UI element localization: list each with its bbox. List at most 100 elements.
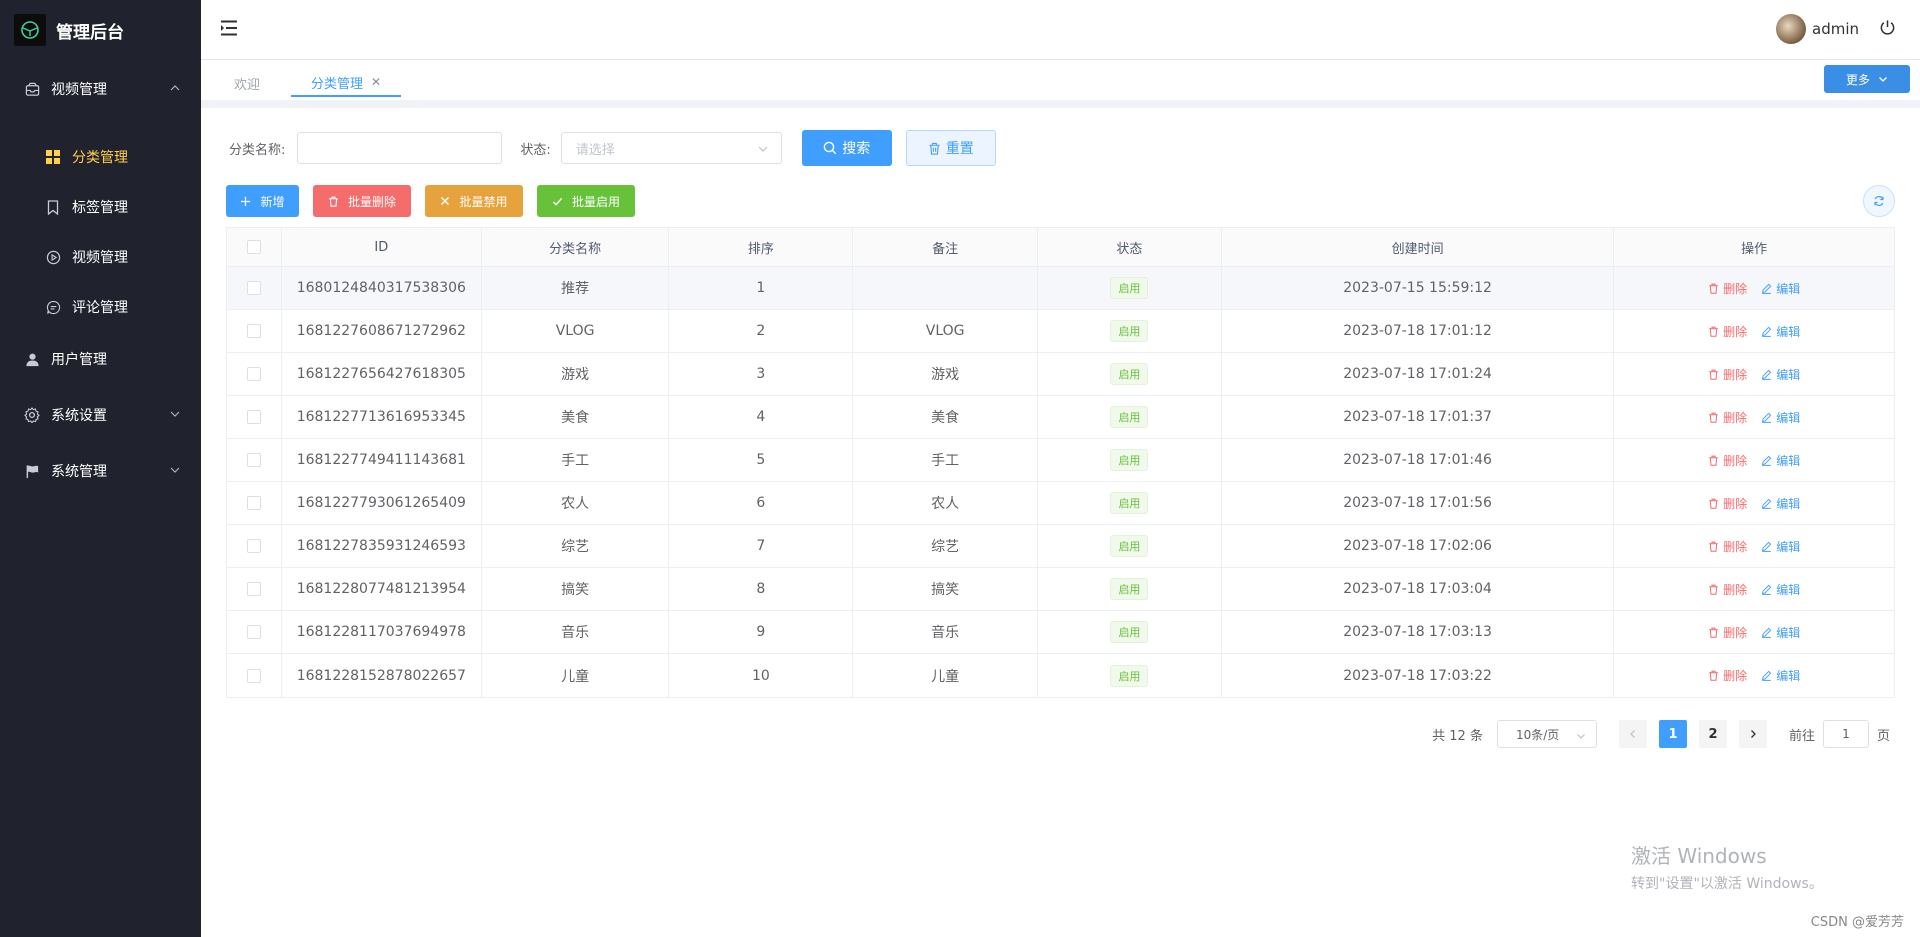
- created-cell: 2023-07-18 17:03:13: [1222, 611, 1615, 653]
- row-checkbox[interactable]: [246, 668, 261, 683]
- delete-link[interactable]: 删除: [1708, 667, 1747, 684]
- grid-icon: [44, 148, 62, 166]
- menu-system-settings[interactable]: 系统设置: [0, 395, 201, 435]
- batch-enable-button[interactable]: 批量启用: [537, 185, 635, 217]
- edit-link[interactable]: 编辑: [1761, 366, 1800, 383]
- reset-button[interactable]: 重置: [905, 130, 996, 166]
- row-checkbox[interactable]: [246, 582, 261, 596]
- menu-label: 视频管理: [51, 82, 107, 98]
- column-header[interactable]: 状态: [1038, 228, 1222, 266]
- delete-link[interactable]: 删除: [1708, 280, 1747, 297]
- batch-enable-label: 批量启用: [571, 194, 620, 209]
- table-row[interactable]: 1681228117037694978 音乐 9 音乐 启用 2023-07-1…: [227, 611, 1894, 654]
- status-badge: 启用: [1110, 492, 1149, 514]
- page-2-button[interactable]: 2: [1698, 720, 1727, 748]
- row-checkbox[interactable]: [246, 367, 261, 381]
- status-badge: 启用: [1110, 277, 1149, 299]
- edit-link[interactable]: 编辑: [1761, 624, 1800, 641]
- table-row[interactable]: 1681228077481213954 搞笑 8 搞笑 启用 2023-07-1…: [227, 568, 1894, 611]
- menu-video-list[interactable]: 视频管理: [0, 237, 201, 277]
- table-row[interactable]: 1681227749411143681 手工 5 手工 启用 2023-07-1…: [227, 439, 1894, 482]
- row-checkbox[interactable]: [246, 324, 261, 338]
- edit-link[interactable]: 编辑: [1761, 409, 1800, 426]
- edit-link[interactable]: 编辑: [1761, 452, 1800, 469]
- table-row[interactable]: 1681227713616953345 美食 4 美食 启用 2023-07-1…: [227, 396, 1894, 439]
- delete-link[interactable]: 删除: [1708, 452, 1747, 469]
- edit-link[interactable]: 编辑: [1761, 323, 1800, 340]
- flag-icon: [23, 462, 41, 480]
- edit-link[interactable]: 编辑: [1761, 667, 1800, 684]
- row-checkbox[interactable]: [246, 496, 261, 510]
- close-icon[interactable]: ✕: [371, 75, 381, 89]
- batch-delete-button[interactable]: 批量删除: [313, 185, 411, 217]
- note-cell: 美食: [853, 396, 1039, 438]
- row-checkbox[interactable]: [246, 625, 261, 639]
- tab-category[interactable]: 分类管理 ✕: [291, 69, 402, 97]
- column-header[interactable]: 备注: [853, 228, 1039, 266]
- row-checkbox[interactable]: [246, 281, 261, 295]
- tab-welcome[interactable]: 欢迎: [234, 69, 260, 97]
- prev-page-button[interactable]: [1618, 720, 1647, 748]
- pagination: 共 12 条 10条/页 1 2 前往 1 页: [1432, 720, 1890, 748]
- edit-label: 编辑: [1776, 324, 1801, 339]
- more-dropdown-button[interactable]: 更多: [1824, 65, 1910, 93]
- row-checkbox[interactable]: [246, 410, 261, 424]
- table-row[interactable]: 1680124840317538306 推荐 1 启用 2023-07-15 1…: [227, 267, 1894, 310]
- id-cell: 1681227656427618305: [282, 353, 482, 395]
- delete-link[interactable]: 删除: [1708, 323, 1747, 340]
- operation-cell: 删除 编辑: [1614, 353, 1894, 395]
- next-page-button[interactable]: [1738, 720, 1767, 748]
- trash-icon: [1709, 498, 1718, 509]
- power-icon[interactable]: [1879, 19, 1896, 40]
- row-checkbox[interactable]: [246, 453, 261, 467]
- page-1-button[interactable]: 1: [1658, 720, 1687, 748]
- delete-link[interactable]: 删除: [1708, 495, 1747, 512]
- menu-comment-management[interactable]: 评论管理: [0, 287, 201, 327]
- edit-link[interactable]: 编辑: [1761, 538, 1800, 555]
- menu-system-management[interactable]: 系统管理: [0, 451, 201, 491]
- category-name-input[interactable]: [297, 132, 503, 164]
- delete-link[interactable]: 删除: [1708, 538, 1747, 555]
- delete-link[interactable]: 删除: [1708, 581, 1747, 598]
- delete-link[interactable]: 删除: [1708, 366, 1747, 383]
- menu-video-management[interactable]: 视频管理: [0, 69, 201, 109]
- menu-tag-management[interactable]: 标签管理: [0, 187, 201, 227]
- edit-label: 编辑: [1776, 625, 1801, 640]
- table-row[interactable]: 1681227608671272962 VLOG 2 VLOG 启用 2023-…: [227, 310, 1894, 353]
- edit-link[interactable]: 编辑: [1761, 495, 1800, 512]
- edit-icon: [1762, 455, 1772, 466]
- column-header[interactable]: 排序: [669, 228, 854, 266]
- menu-user-management[interactable]: 用户管理: [0, 339, 201, 379]
- delete-link[interactable]: 删除: [1708, 409, 1747, 426]
- edit-icon: [1762, 412, 1772, 423]
- table-row[interactable]: 1681228152878022657 儿童 10 儿童 启用 2023-07-…: [227, 654, 1894, 697]
- edit-link[interactable]: 编辑: [1761, 280, 1800, 297]
- menu-category-management[interactable]: 分类管理: [0, 137, 201, 177]
- column-header[interactable]: 分类名称: [482, 228, 670, 266]
- select-all-checkbox[interactable]: [246, 240, 261, 254]
- column-header[interactable]: 创建时间: [1222, 228, 1615, 266]
- row-checkbox[interactable]: [246, 539, 261, 553]
- table-row[interactable]: 1681227793061265409 农人 6 农人 启用 2023-07-1…: [227, 482, 1894, 525]
- table-row[interactable]: 1681227656427618305 游戏 3 游戏 启用 2023-07-1…: [227, 353, 1894, 396]
- search-button[interactable]: 搜索: [801, 130, 892, 166]
- delete-link[interactable]: 删除: [1708, 624, 1747, 641]
- checkbox-cell: [227, 654, 282, 697]
- created-cell: 2023-07-18 17:01:24: [1222, 353, 1615, 395]
- page-size-select[interactable]: 10条/页: [1496, 720, 1597, 748]
- column-header[interactable]: ID: [282, 228, 482, 266]
- created-cell: 2023-07-18 17:03:22: [1222, 654, 1615, 697]
- collapse-menu-icon[interactable]: [219, 18, 239, 42]
- add-button[interactable]: 新增: [226, 185, 299, 217]
- status-select[interactable]: 请选择: [560, 132, 782, 164]
- edit-link[interactable]: 编辑: [1761, 581, 1800, 598]
- refresh-button[interactable]: [1863, 185, 1895, 217]
- status-badge: 启用: [1110, 535, 1149, 557]
- avatar[interactable]: [1776, 14, 1806, 44]
- table-row[interactable]: 1681227835931246593 综艺 7 综艺 启用 2023-07-1…: [227, 525, 1894, 568]
- operation-cell: 删除 编辑: [1614, 568, 1894, 610]
- delete-label: 删除: [1723, 582, 1748, 597]
- batch-disable-button[interactable]: 批量禁用: [425, 185, 523, 217]
- username[interactable]: admin: [1812, 20, 1859, 38]
- goto-page-input[interactable]: 1: [1822, 720, 1869, 748]
